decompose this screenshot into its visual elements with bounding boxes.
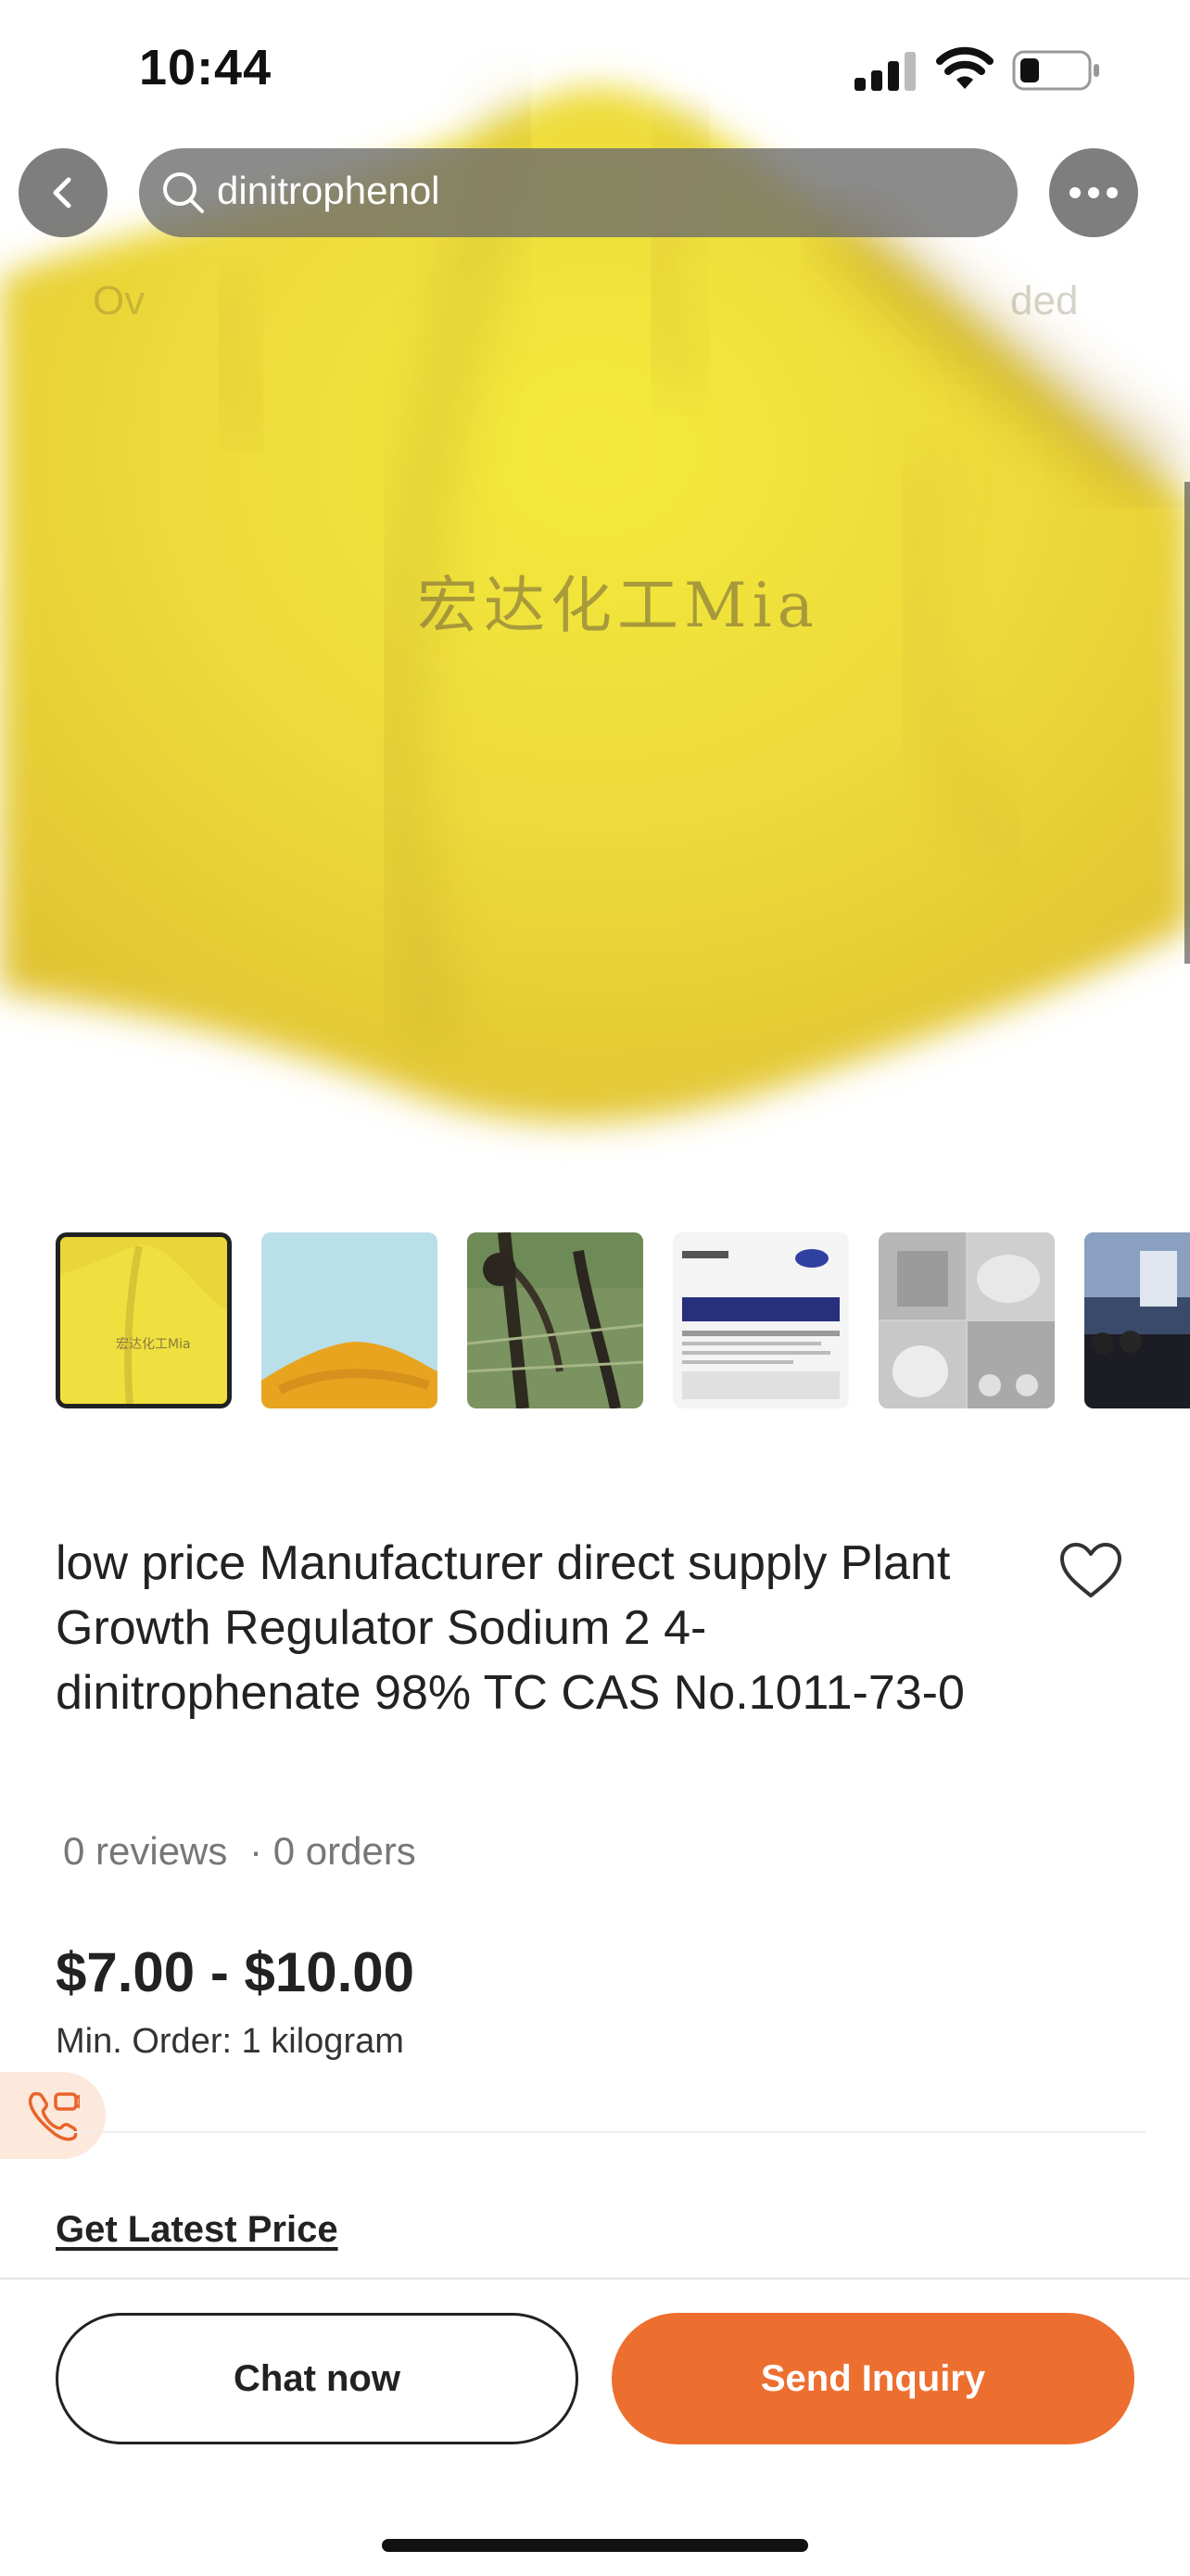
back-button[interactable] xyxy=(19,148,108,237)
ghost-tab-strip: Ov ded xyxy=(0,278,1190,343)
status-time: 10:44 xyxy=(139,40,272,95)
min-order: Min. Order: 1 kilogram xyxy=(56,2022,404,2061)
search-icon xyxy=(163,172,204,213)
get-latest-price-link[interactable]: Get Latest Price xyxy=(56,2209,338,2251)
thumbnail-3[interactable] xyxy=(467,1232,643,1408)
search-bar[interactable]: dinitrophenol xyxy=(139,148,1018,237)
product-title: low price Manufacturer direct supply Pla… xyxy=(56,1536,965,1720)
status-bar: 10:44 xyxy=(0,0,1190,139)
wifi-icon xyxy=(936,46,994,89)
thumbnail-4[interactable] xyxy=(673,1232,849,1408)
image-watermark: 宏达化工Mia xyxy=(417,570,820,641)
home-indicator[interactable] xyxy=(382,2539,808,2552)
ghost-tab-recommended: ded xyxy=(1010,278,1079,323)
plant-roots-thumb xyxy=(467,1232,643,1408)
product-price: $7.00 - $10.00 xyxy=(56,1941,414,2003)
label-document-thumb xyxy=(673,1232,849,1408)
more-dots-icon xyxy=(1070,187,1118,198)
cellular-signal-icon xyxy=(855,52,916,91)
thumbnail-5[interactable] xyxy=(879,1232,1055,1408)
search-query-text: dinitrophenol xyxy=(217,169,440,212)
more-options-button[interactable] xyxy=(1049,148,1138,237)
send-inquiry-button[interactable]: Send Inquiry xyxy=(612,2313,1134,2444)
chat-now-button[interactable]: Chat now xyxy=(56,2313,578,2444)
yellow-powder-thumb: 宏达化工Mia xyxy=(60,1237,227,1404)
exhibition-thumb xyxy=(1084,1232,1190,1408)
order-count: · 0 orders xyxy=(249,1829,416,1873)
thumbnail-strip[interactable]: 宏达化工Mia xyxy=(0,1195,1190,1464)
packaging-collage-thumb xyxy=(879,1232,1055,1408)
thumbnail-6[interactable] xyxy=(1084,1232,1190,1408)
thumb-watermark: 宏达化工Mia xyxy=(116,1337,191,1352)
review-count: 0 reviews xyxy=(63,1829,228,1873)
ghost-tab-overview: Ov xyxy=(93,278,146,323)
thumbnail-2[interactable] xyxy=(261,1232,437,1408)
thumbnail-1[interactable]: 宏达化工Mia xyxy=(56,1232,232,1408)
heart-icon[interactable] xyxy=(1058,1542,1123,1599)
bottom-action-bar: Chat now Send Inquiry xyxy=(0,2278,1190,2576)
orange-powder-thumb xyxy=(261,1232,437,1408)
product-stats: 0 reviews · 0 orders xyxy=(63,1829,427,1874)
section-divider xyxy=(56,2131,1146,2133)
call-supplier-button[interactable] xyxy=(0,2072,106,2159)
phone-call-icon xyxy=(28,2091,80,2141)
battery-icon xyxy=(1012,50,1099,91)
chevron-left-icon xyxy=(53,177,71,208)
